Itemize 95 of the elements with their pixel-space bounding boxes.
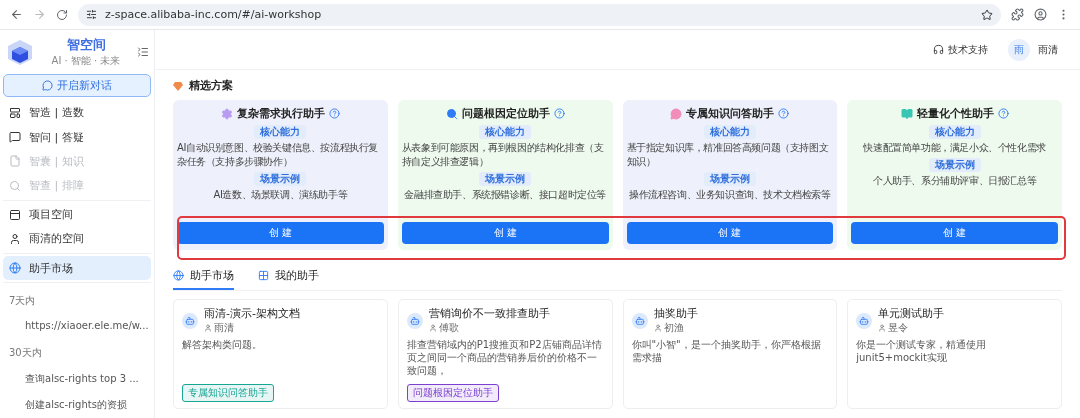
address-bar[interactable]: z-space.alibaba-inc.com/#/ai-workshop (78, 3, 1001, 26)
history-item[interactable]: 查询alsc-rights top 3 ... (3, 366, 151, 393)
gem-icon (173, 80, 183, 91)
globe-icon (9, 262, 21, 275)
user-icon (9, 232, 21, 245)
sidebar-item[interactable]: 智造 | 造数 (3, 100, 151, 126)
assistant-description: 你是一个测试专家，精通使用junit5+mockit实现 (856, 338, 988, 364)
assistant-description: 解答架构类问题。 (182, 338, 263, 351)
assistant-title: 单元测试助手 (878, 306, 945, 321)
capability-text: AI自动识别意图、校验关键信息、按流程执行复杂任务（支持多步骤协作） (177, 141, 379, 169)
tab[interactable]: 助手市场 (173, 268, 234, 290)
assistant-title: 抽奖助手 (653, 306, 698, 321)
assistant-title: 雨清-演示-架构文档 (204, 306, 300, 321)
author-name: 雨清 (214, 321, 234, 335)
capability-text: 快速配置简单功能，满足小众、个性化需求 (862, 141, 1047, 155)
robot-avatar-icon (182, 312, 198, 329)
url-text: z-space.alibaba-inc.com/#/ai-workshop (105, 8, 322, 21)
card-title: 复杂需求执行助手 (236, 106, 325, 121)
headphones-icon (933, 44, 944, 55)
site-settings-icon[interactable] (86, 9, 97, 20)
chat-icon (42, 79, 53, 91)
category-tag: 问题根因定位助手 (406, 384, 499, 402)
search-icon (9, 179, 21, 192)
help-icon[interactable] (997, 108, 1009, 119)
extensions-icon[interactable] (1011, 8, 1024, 21)
category-tag: 专属知识问答助手 (182, 384, 274, 402)
user-icon (428, 324, 437, 332)
assistant-description: 排查营销域内的P1搜推页和P2店铺商品详情页之间同一个商品的营销券后价的价格不一致问题， (406, 338, 603, 377)
user-avatar[interactable]: 雨 (1008, 38, 1030, 61)
cube-logo-icon (5, 38, 35, 66)
user-icon (653, 324, 662, 332)
reload-icon[interactable] (56, 8, 68, 21)
history-item[interactable]: 创建alsc-rights的资损 (3, 392, 151, 418)
card-title: 轻量化个性助手 (916, 106, 994, 121)
assistant-card[interactable]: 单元测试助手 昱令 你是一个测试专家，精通使用junit5+mockit实现 (847, 299, 1062, 409)
create-button[interactable]: 创 建 (401, 222, 609, 244)
section-label: 核心能力 (928, 125, 981, 139)
section-label: 场景示例 (928, 158, 981, 172)
history-group-label: 30天内 (8, 346, 43, 361)
assistant-card[interactable]: 抽奖助手 初渔 你叫"小智"，是一个抽奖助手，你严格根据需求描 (622, 299, 838, 409)
scenario-text: 金融排查助手、系统报错诊断、接口超时定位等 (403, 188, 607, 202)
create-button[interactable]: 创 建 (177, 222, 384, 244)
history-group-label: 7天内 (8, 294, 37, 309)
robot-avatar-icon (631, 312, 648, 329)
section-label: 核心能力 (254, 125, 307, 139)
section-label: 场景示例 (479, 172, 532, 186)
help-icon[interactable] (553, 108, 565, 119)
help-icon[interactable] (778, 108, 790, 119)
support-link[interactable]: 技术支持 (933, 42, 988, 57)
user-icon (204, 324, 212, 332)
section-label: 核心能力 (703, 125, 756, 139)
sidebar-item[interactable]: 雨清的空间 (3, 226, 151, 252)
assistant-card[interactable]: 营销询价不一致排查助手 傅歌 排查营销域内的P1搜推页和P2店铺商品详情页之间同一个商品的营销券后价的价格不一致问题， 问题根因定位助手 (397, 299, 613, 409)
section-label: 场景示例 (254, 172, 307, 186)
help-icon[interactable] (328, 108, 340, 119)
brand-slogan: AI · 智能 · 未来 (51, 54, 121, 68)
globe-icon (173, 270, 184, 281)
tab[interactable]: 我的助手 (258, 268, 319, 290)
author-name: 傅歌 (438, 321, 459, 335)
card-title: 专属知识问答助手 (686, 106, 775, 121)
assistant-description: 你叫"小智"，是一个抽奖助手，你严格根据需求描 (631, 338, 822, 364)
scenario-text: 个人助手、系分辅助评审、日报汇总等 (872, 174, 1038, 188)
card-title: 问题根因定位助手 (461, 106, 550, 121)
user-name: 雨清 (1038, 42, 1058, 57)
capability-text: 从表象到可能原因，再到根因的结构化排查（支持自定义排查逻辑） (401, 141, 605, 169)
new-chat-button[interactable]: 开启新对话 (3, 74, 151, 97)
chat-icon (9, 131, 21, 144)
robot-avatar-icon (856, 312, 873, 329)
capability-text: 基于指定知识库，精准回答高频问题（支持图文知识） (626, 141, 830, 169)
assistant-title: 营销询价不一致排查助手 (428, 306, 550, 321)
history-item[interactable]: https://xiaoer.ele.me/w... (3, 314, 151, 338)
create-button[interactable]: 创 建 (851, 222, 1058, 244)
scenario-text: 操作流程咨询、业务知识查询、技术文档检索等 (628, 188, 832, 202)
grid-icon (258, 270, 269, 281)
layout-icon (9, 106, 21, 119)
author-name: 昱令 (888, 321, 909, 335)
author-name: 初渔 (663, 321, 684, 335)
section-label: 核心能力 (479, 125, 532, 139)
back-icon[interactable] (10, 8, 23, 21)
user-icon (878, 324, 887, 332)
window-icon (9, 208, 21, 221)
scenario-text: AI造数、场景联调、演练助手等 (212, 188, 349, 202)
section-title: 精选方案 (189, 78, 233, 93)
sidebar-item[interactable]: 项目空间 (3, 202, 151, 227)
assistant-card[interactable]: 雨清-演示-架构文档 雨清 解答架构类问题。 专属知识问答助手 (173, 299, 388, 409)
section-label: 场景示例 (703, 172, 756, 186)
star-icon[interactable] (981, 8, 993, 21)
create-button[interactable]: 创 建 (626, 222, 834, 244)
sidebar-item[interactable]: 智问 | 答疑 (3, 125, 151, 150)
robot-avatar-icon (406, 312, 423, 329)
sidebar-item[interactable]: 助手市场 (3, 255, 151, 281)
collapse-sidebar-icon[interactable] (137, 46, 149, 58)
document-icon (9, 155, 21, 168)
brand-name: 智空间 (66, 36, 106, 54)
profile-icon[interactable] (1034, 8, 1047, 21)
